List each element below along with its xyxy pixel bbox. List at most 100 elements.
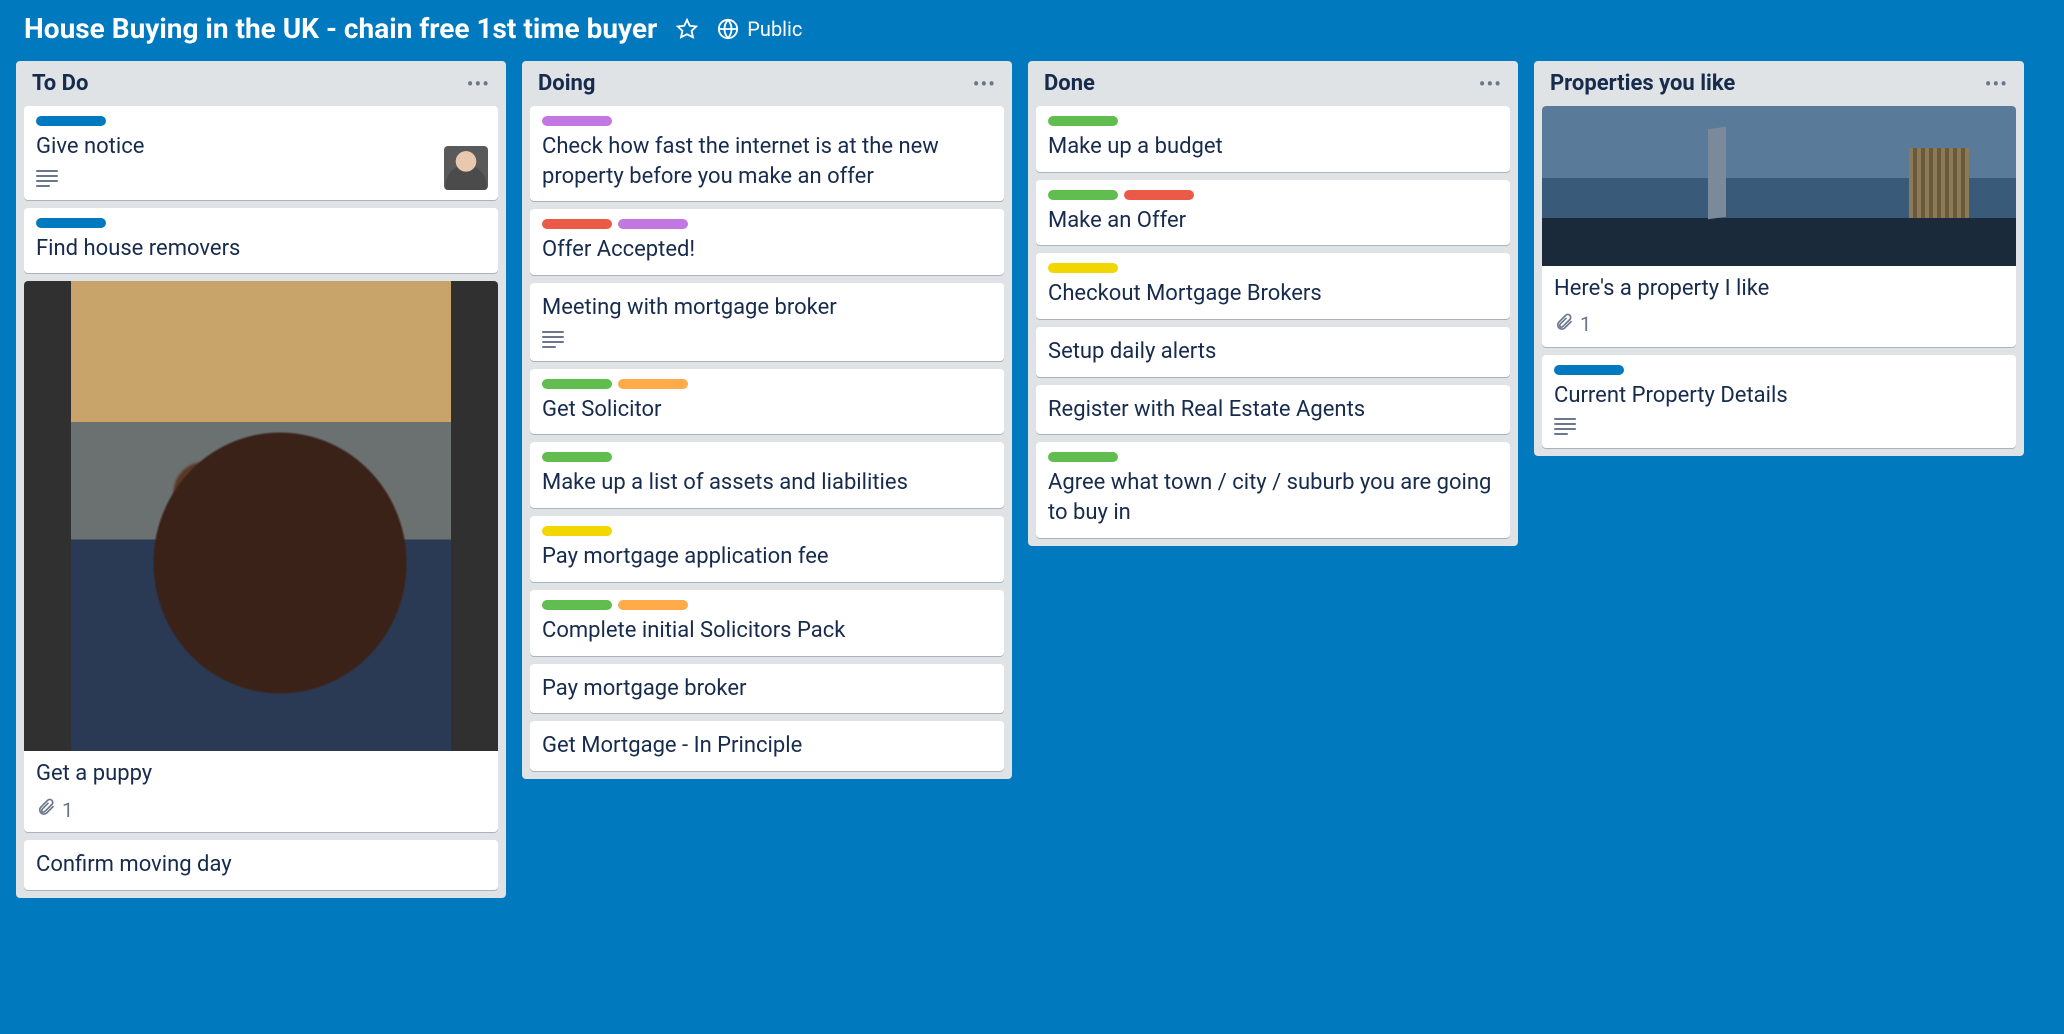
attachment-icon bbox=[36, 797, 56, 822]
card-label[interactable] bbox=[542, 219, 612, 229]
list: Properties you like ••• Here's a property … bbox=[1534, 61, 2024, 456]
attachment-badge: 1 bbox=[1554, 312, 1591, 337]
card-label[interactable] bbox=[1048, 116, 1118, 126]
attachment-count: 1 bbox=[1580, 312, 1591, 336]
list-title[interactable]: Done bbox=[1044, 71, 1095, 96]
card-badges bbox=[36, 170, 486, 190]
list-cards: Give notice Find house removers Get a pupp… bbox=[24, 106, 498, 890]
card-title: Confirm moving day bbox=[36, 850, 486, 880]
card[interactable]: Make up a budget bbox=[1036, 106, 1510, 172]
card[interactable]: Agree what town / city / suburb you are … bbox=[1036, 442, 1510, 537]
board-title[interactable]: House Buying in the UK - chain free 1st … bbox=[24, 12, 657, 45]
card-labels bbox=[1048, 263, 1498, 273]
card[interactable]: Get Solicitor bbox=[530, 369, 1004, 435]
card[interactable]: Pay mortgage application fee bbox=[530, 516, 1004, 582]
card-label[interactable] bbox=[542, 452, 612, 462]
card-cover-image bbox=[24, 281, 498, 751]
card[interactable]: Make an Offer bbox=[1036, 180, 1510, 246]
star-icon[interactable] bbox=[673, 15, 701, 43]
card-cover-image bbox=[1542, 106, 2016, 266]
list-cards: Make up a budget Make an Offer Checkout Mo… bbox=[1036, 106, 1510, 538]
card[interactable]: Get Mortgage - In Principle bbox=[530, 721, 1004, 771]
card[interactable]: Make up a list of assets and liabilities bbox=[530, 442, 1004, 508]
card[interactable]: Find house removers bbox=[24, 208, 498, 274]
card-label[interactable] bbox=[618, 219, 688, 229]
card-label[interactable] bbox=[618, 600, 688, 610]
card-badges: 1 bbox=[36, 797, 486, 822]
list-cards: Check how fast the internet is at the ne… bbox=[530, 106, 1004, 771]
card-title: Give notice bbox=[36, 132, 486, 162]
list-menu-icon[interactable]: ••• bbox=[467, 72, 490, 96]
list-menu-icon[interactable]: ••• bbox=[973, 72, 996, 96]
card-title: Setup daily alerts bbox=[1048, 337, 1498, 367]
card-title: Current Property Details bbox=[1554, 381, 2004, 411]
card[interactable]: Get a puppy 1 bbox=[24, 281, 498, 832]
list-title[interactable]: To Do bbox=[32, 71, 88, 96]
list-menu-icon[interactable]: ••• bbox=[1479, 72, 1502, 96]
card-label[interactable] bbox=[36, 218, 106, 228]
card-badges bbox=[542, 331, 992, 351]
list-title[interactable]: Properties you like bbox=[1550, 71, 1735, 96]
card-title: Complete initial Solicitors Pack bbox=[542, 616, 992, 646]
card-title: Get a puppy bbox=[36, 759, 486, 789]
card[interactable]: Confirm moving day bbox=[24, 840, 498, 890]
card[interactable]: Pay mortgage broker bbox=[530, 664, 1004, 714]
board-visibility[interactable]: Public bbox=[717, 17, 802, 41]
member-avatar[interactable] bbox=[444, 146, 488, 190]
card-title: Pay mortgage application fee bbox=[542, 542, 992, 572]
card[interactable]: Checkout Mortgage Brokers bbox=[1036, 253, 1510, 319]
card-labels bbox=[1554, 365, 2004, 375]
card-label[interactable] bbox=[1048, 452, 1118, 462]
attachment-badge: 1 bbox=[36, 797, 73, 822]
list-header: Done ••• bbox=[1036, 71, 1510, 106]
card[interactable]: Setup daily alerts bbox=[1036, 327, 1510, 377]
card-title: Checkout Mortgage Brokers bbox=[1048, 279, 1498, 309]
card-label[interactable] bbox=[542, 116, 612, 126]
card-badges bbox=[1554, 418, 2004, 438]
card-title: Get Solicitor bbox=[542, 395, 992, 425]
card[interactable]: Register with Real Estate Agents bbox=[1036, 385, 1510, 435]
card-labels bbox=[1048, 190, 1498, 200]
card-labels bbox=[1048, 452, 1498, 462]
card-labels bbox=[36, 218, 486, 228]
attachment-count: 1 bbox=[62, 798, 73, 822]
card[interactable]: Give notice bbox=[24, 106, 498, 200]
card[interactable]: Offer Accepted! bbox=[530, 209, 1004, 275]
board-lists: To Do ••• Give notice Find house removers Ge… bbox=[0, 61, 2064, 898]
card-label[interactable] bbox=[618, 379, 688, 389]
description-icon bbox=[36, 170, 58, 190]
card-label[interactable] bbox=[542, 526, 612, 536]
card[interactable]: Meeting with mortgage broker bbox=[530, 283, 1004, 361]
card[interactable]: Check how fast the internet is at the ne… bbox=[530, 106, 1004, 201]
card-label[interactable] bbox=[1124, 190, 1194, 200]
list-cards: Here's a property I like 1 Current Propert… bbox=[1542, 106, 2016, 448]
list: To Do ••• Give notice Find house removers Ge… bbox=[16, 61, 506, 898]
list: Done ••• Make up a budget Make an Offer Chec… bbox=[1028, 61, 1518, 546]
card-label[interactable] bbox=[1048, 190, 1118, 200]
list-menu-icon[interactable]: ••• bbox=[1985, 72, 2008, 96]
attachment-icon bbox=[1554, 312, 1574, 337]
board-header: House Buying in the UK - chain free 1st … bbox=[0, 0, 2064, 61]
card-label[interactable] bbox=[542, 600, 612, 610]
card-labels bbox=[542, 379, 992, 389]
card[interactable]: Current Property Details bbox=[1542, 355, 2016, 449]
list-title[interactable]: Doing bbox=[538, 71, 595, 96]
card-title: Make up a budget bbox=[1048, 132, 1498, 162]
card-title: Make an Offer bbox=[1048, 206, 1498, 236]
card-label[interactable] bbox=[1554, 365, 1624, 375]
list-header: To Do ••• bbox=[24, 71, 498, 106]
card-labels bbox=[36, 116, 486, 126]
card-title: Here's a property I like bbox=[1554, 274, 2004, 304]
card-label[interactable] bbox=[542, 379, 612, 389]
card[interactable]: Complete initial Solicitors Pack bbox=[530, 590, 1004, 656]
card-label[interactable] bbox=[36, 116, 106, 126]
card-title: Make up a list of assets and liabilities bbox=[542, 468, 992, 498]
description-icon bbox=[1554, 418, 1576, 438]
card-labels bbox=[542, 219, 992, 229]
card-title: Offer Accepted! bbox=[542, 235, 992, 265]
card-title: Check how fast the internet is at the ne… bbox=[542, 132, 992, 191]
card-label[interactable] bbox=[1048, 263, 1118, 273]
card-title: Find house removers bbox=[36, 234, 486, 264]
card[interactable]: Here's a property I like 1 bbox=[1542, 106, 2016, 347]
description-icon bbox=[542, 331, 564, 351]
